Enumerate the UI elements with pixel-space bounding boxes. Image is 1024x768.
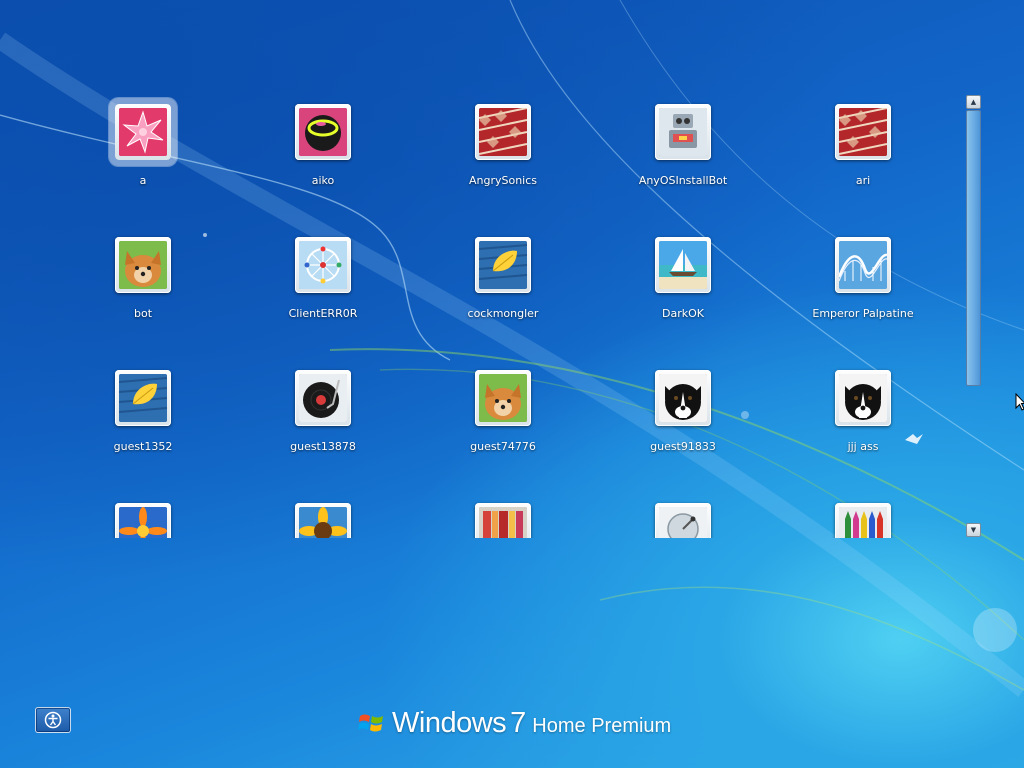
user-picture-frame [295,104,351,160]
user-name-label: guest74776 [470,440,536,453]
ease-of-access-button[interactable] [35,707,71,733]
logon-screen: a aiko AngrySonics AnyOSInstallBot ari bot Cli… [0,0,1024,768]
scroll-up-arrow-icon: ▲ [970,98,977,106]
crayons-icon [839,507,887,538]
user-name-label: guest1352 [113,440,173,453]
user-tile[interactable]: ClientERR0R [253,225,393,335]
turntable-icon [299,374,347,422]
books-icon [479,507,527,538]
user-picture-frame [475,370,531,426]
user-name-label: AnyOSInstallBot [638,174,728,187]
user-name-label: AngrySonics [468,174,538,187]
user-tile[interactable] [613,491,753,538]
user-list-scrollbar[interactable]: ▲ ▼ [966,95,981,538]
user-picture-frame [655,370,711,426]
user-name-label: a [139,174,147,187]
user-tile[interactable]: guest1352 [73,358,213,468]
brand-edition: Home Premium [532,714,672,737]
fabric-icon [839,108,887,156]
starfish-icon [119,108,167,156]
user-tile[interactable]: AngrySonics [433,92,573,202]
sailboat-icon [659,241,707,289]
user-tile[interactable]: ari [793,92,933,202]
brand-word: Windows [392,706,507,739]
user-picture-frame [115,237,171,293]
user-tile[interactable]: DarkOK [613,225,753,335]
user-picture-frame [475,237,531,293]
user-name-label: DarkOK [662,307,704,320]
leaf-icon [119,374,167,422]
scroll-up-button[interactable]: ▲ [966,95,981,109]
user-picture-frame [115,104,171,160]
user-name-label: bot [133,307,153,320]
mouse-cursor-icon [1015,393,1024,411]
puppy-icon [119,241,167,289]
ease-of-access-icon [44,711,62,729]
dog-icon [659,374,707,422]
user-picture-frame [115,370,171,426]
user-picture-frame [295,370,351,426]
sunflower-icon [299,507,347,538]
user-picture-frame [115,503,171,538]
user-name-label: guest91833 [650,440,716,453]
user-tile[interactable]: jjj ass [793,358,933,468]
user-tile[interactable]: cockmongler [433,225,573,335]
puppy-icon [479,374,527,422]
user-picture-frame [475,104,531,160]
ferris-wheel-icon [299,241,347,289]
user-tile[interactable]: guest74776 [433,358,573,468]
user-tile[interactable]: Emperor Palpatine [793,225,933,335]
user-name-label: jjj ass [847,440,879,453]
brand-version: 7 [510,706,527,739]
user-tile[interactable] [73,491,213,538]
user-tile[interactable]: AnyOSInstallBot [613,92,753,202]
leaf-icon [479,241,527,289]
windows-flag-icon [358,714,383,732]
user-name-label: ari [855,174,871,187]
scroll-thumb[interactable] [966,110,981,386]
scroll-down-arrow-icon: ▼ [970,526,977,534]
rollercoaster-icon [839,241,887,289]
user-picture-frame [835,503,891,538]
scroll-down-button[interactable]: ▼ [966,523,981,537]
ball-icon [299,108,347,156]
user-name-label: guest13878 [290,440,356,453]
satellite-dish-icon [659,507,707,538]
user-tile[interactable]: a [73,92,213,202]
user-tile-grid: a aiko AngrySonics AnyOSInstallBot ari bot Cli… [52,92,952,538]
user-tile[interactable] [253,491,393,538]
dog-icon [839,374,887,422]
user-tile[interactable]: bot [73,225,213,335]
robot-icon [659,108,707,156]
user-tile[interactable]: guest91833 [613,358,753,468]
user-name-label: aiko [311,174,335,187]
user-picture-frame [835,104,891,160]
user-name-label: Emperor Palpatine [812,307,914,320]
windows-branding: Windows 7 Home Premium [358,703,671,743]
user-tile[interactable]: aiko [253,92,393,202]
user-picture-frame [295,237,351,293]
user-tile[interactable]: guest13878 [253,358,393,468]
fabric-icon [479,108,527,156]
user-name-label: cockmongler [467,307,539,320]
user-picture-frame [835,370,891,426]
user-picture-frame [655,237,711,293]
user-tile[interactable] [793,491,933,538]
user-tile[interactable] [433,491,573,538]
user-picture-frame [655,503,711,538]
user-picture-frame [835,237,891,293]
user-picture-frame [655,104,711,160]
flower-icon [119,507,167,538]
user-name-label: ClientERR0R [288,307,358,320]
user-picture-frame [475,503,531,538]
user-picture-frame [295,503,351,538]
